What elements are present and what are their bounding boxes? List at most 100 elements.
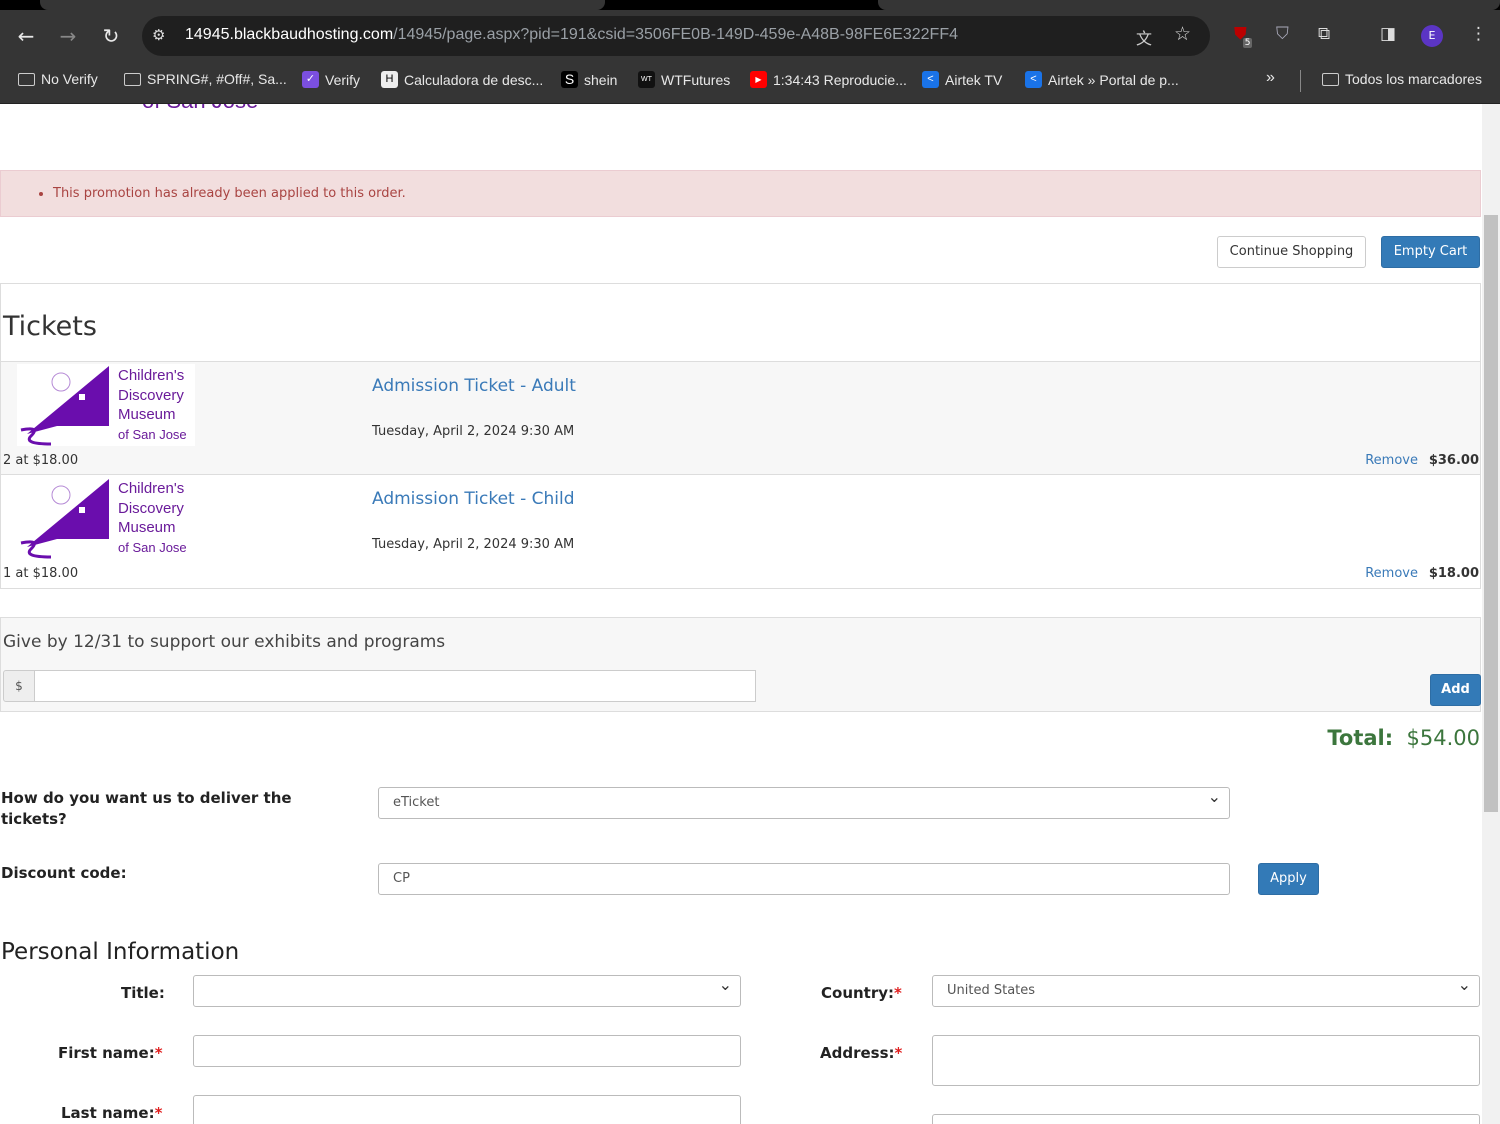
donation-amount-input[interactable] bbox=[34, 670, 756, 702]
avatar[interactable]: E bbox=[1421, 25, 1443, 47]
donation-panel: Give by 12/31 to support our exhibits an… bbox=[0, 617, 1481, 712]
personal-info-heading: Personal Information bbox=[1, 939, 240, 965]
ticket-price: $36.00 bbox=[1428, 453, 1479, 468]
ticket-row: Children's Discovery Museum of San Jose Adm… bbox=[1, 361, 1480, 474]
shein-icon: S bbox=[561, 71, 578, 88]
bookmark-wtfutures[interactable]: WT WTFutures bbox=[638, 71, 730, 88]
tab[interactable] bbox=[40, 0, 605, 10]
total-value: $54.00 bbox=[1406, 726, 1480, 750]
star-icon[interactable]: ☆ bbox=[1174, 23, 1191, 45]
continue-shopping-button[interactable]: Continue Shopping bbox=[1217, 236, 1366, 268]
discount-code-input[interactable]: CP bbox=[378, 863, 1230, 895]
translate-icon[interactable]: 文 bbox=[1136, 25, 1152, 49]
ticket-name-link[interactable]: Admission Ticket - Adult bbox=[372, 376, 576, 396]
last-name-input[interactable] bbox=[193, 1095, 741, 1124]
divider bbox=[1300, 70, 1301, 92]
remove-link[interactable]: Remove bbox=[1365, 453, 1418, 468]
bookmark-label: 1:34:43 Reproducie... bbox=[773, 71, 907, 88]
bookmark-label: Verify bbox=[325, 71, 361, 88]
remove-link[interactable]: Remove bbox=[1365, 566, 1418, 581]
title-label: Title: bbox=[121, 984, 165, 1002]
total-label: Total: bbox=[1327, 726, 1394, 750]
title-select[interactable] bbox=[193, 970, 741, 1007]
museum-logo: Children's Discovery Museum of San Jose bbox=[17, 364, 195, 446]
address-bar[interactable]: ⚙ 14945.blackbaudhosting.com/14945/page.… bbox=[142, 16, 1210, 56]
folder-icon bbox=[1322, 72, 1339, 86]
site-info-icon[interactable]: ⚙ bbox=[152, 26, 165, 44]
more-bookmarks-icon[interactable]: » bbox=[1266, 69, 1275, 87]
delivery-select[interactable]: eTicket bbox=[378, 782, 1230, 819]
bookmark-label: shein bbox=[584, 71, 618, 88]
airtek-icon: < bbox=[1025, 71, 1042, 88]
museum-logo-icon bbox=[20, 366, 109, 446]
tickets-heading: Tickets bbox=[3, 311, 97, 342]
bookmark-label: Todos los marcadores bbox=[1345, 71, 1482, 87]
url-host: 14945.blackbaudhosting.com bbox=[185, 26, 394, 43]
bookmark-youtube[interactable]: ▶ 1:34:43 Reproducie... bbox=[750, 71, 907, 88]
youtube-icon: ▶ bbox=[750, 71, 767, 88]
ticket-row: Children's Discovery Museum of San Jose Adm… bbox=[1, 474, 1480, 587]
scrollbar-thumb[interactable] bbox=[1484, 215, 1498, 812]
extension-badge: 5 bbox=[1242, 38, 1253, 48]
address-line-input[interactable] bbox=[932, 1114, 1480, 1124]
tab[interactable] bbox=[878, 0, 1500, 10]
folder-icon bbox=[124, 72, 141, 86]
error-alert: This promotion has already been applied … bbox=[0, 170, 1481, 217]
tickets-panel: Tickets Children's Discovery Museum of San … bbox=[0, 283, 1481, 589]
discount-label: Discount code: bbox=[1, 864, 127, 882]
address-textarea[interactable] bbox=[932, 1035, 1480, 1086]
delivery-value: eTicket bbox=[393, 795, 440, 810]
alert-message: This promotion has already been applied … bbox=[53, 186, 406, 201]
apply-discount-button[interactable]: Apply bbox=[1258, 863, 1319, 895]
delivery-label: How do you want us to deliver the ticket… bbox=[1, 789, 292, 828]
ticket-date: Tuesday, April 2, 2024 9:30 AM bbox=[372, 537, 575, 552]
side-panel-icon[interactable]: ◨ bbox=[1380, 24, 1396, 44]
first-name-input[interactable] bbox=[193, 1035, 741, 1067]
menu-icon[interactable]: ⋮ bbox=[1470, 24, 1487, 44]
bookmark-label: No Verify bbox=[41, 71, 98, 87]
airtek-icon: < bbox=[922, 71, 939, 88]
verify-icon: ✓ bbox=[302, 71, 319, 88]
forward-icon[interactable]: → bbox=[56, 24, 80, 48]
logo-text: Children's Discovery Museum of San Jose bbox=[118, 367, 187, 442]
logo-text: Children's Discovery Museum of San Jose bbox=[118, 480, 187, 555]
ticket-name-link[interactable]: Admission Ticket - Child bbox=[372, 489, 575, 509]
empty-cart-button[interactable]: Empty Cart bbox=[1381, 236, 1480, 268]
bookmark-label: WTFutures bbox=[661, 71, 731, 88]
wtfutures-icon: WT bbox=[638, 71, 655, 88]
museum-logo-icon bbox=[20, 479, 109, 559]
bookmark-calculadora[interactable]: H Calculadora de desc... bbox=[381, 71, 543, 88]
all-bookmarks[interactable]: Todos los marcadores bbox=[1322, 71, 1482, 87]
folder-icon bbox=[18, 72, 35, 86]
bookmark-airtek-portal[interactable]: < Airtek » Portal de p... bbox=[1025, 71, 1179, 88]
first-name-label: First name:* bbox=[58, 1044, 163, 1062]
bookmark-label: SPRING#, #Off#, Sa... bbox=[147, 71, 287, 87]
country-label: Country:* bbox=[821, 984, 902, 1002]
bookmarks-bar: No Verify SPRING#, #Off#, Sa... ✓ Verify … bbox=[0, 60, 1500, 104]
museum-logo: Children's Discovery Museum of San Jose bbox=[17, 477, 195, 559]
browser-toolbar: ← → ↻ ⚙ 14945.blackbaudhosting.com/14945… bbox=[0, 10, 1500, 62]
shield-icon[interactable]: ⛉ bbox=[1276, 24, 1289, 44]
bookmark-label: Airtek TV bbox=[945, 71, 1003, 88]
add-donation-button[interactable]: Add bbox=[1430, 674, 1481, 706]
bookmark-label: Airtek » Portal de p... bbox=[1048, 71, 1179, 88]
back-icon[interactable]: ← bbox=[14, 24, 38, 48]
country-select[interactable]: United States bbox=[932, 970, 1480, 1007]
bookmark-verify[interactable]: ✓ Verify bbox=[302, 71, 360, 88]
reload-icon[interactable]: ↻ bbox=[99, 24, 123, 48]
header-logo-text: of San Jose bbox=[142, 104, 258, 114]
page-content: of San Jose This promotion has already b… bbox=[0, 104, 1482, 1124]
extensions-icon[interactable]: ⧉ bbox=[1318, 24, 1330, 44]
bookmark-airtek-tv[interactable]: < Airtek TV bbox=[922, 71, 1002, 88]
bookmark-spring[interactable]: SPRING#, #Off#, Sa... bbox=[124, 71, 287, 87]
url-path: /14945/page.aspx?pid=191&csid=3506FE0B-1… bbox=[393, 26, 958, 43]
ticket-quantity: 1 at $18.00 bbox=[3, 566, 79, 581]
country-value: United States bbox=[947, 983, 1036, 998]
ticket-price: $18.00 bbox=[1428, 566, 1479, 581]
bookmark-shein[interactable]: Sshein bbox=[561, 71, 617, 88]
address-label: Address:* bbox=[820, 1044, 903, 1062]
bookmark-label: Calculadora de desc... bbox=[404, 71, 544, 88]
ublock-icon[interactable]: ⛊5 bbox=[1234, 24, 1256, 48]
bookmark-no-verify[interactable]: No Verify bbox=[18, 71, 98, 87]
last-name-label: Last name:* bbox=[61, 1104, 163, 1122]
